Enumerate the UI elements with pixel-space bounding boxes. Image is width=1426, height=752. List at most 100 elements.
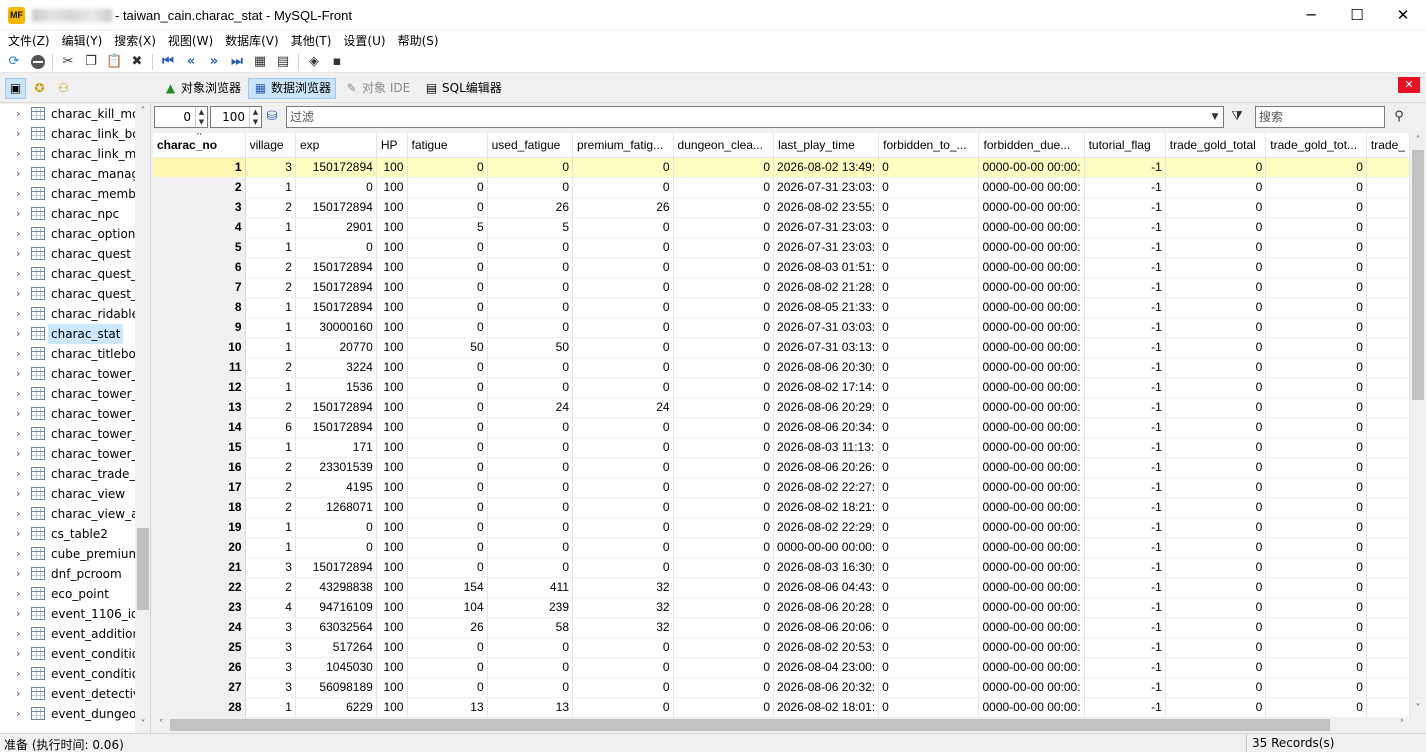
table-cell[interactable]: 0 [487,377,574,398]
database-tree-icon[interactable]: ▣ [5,78,26,99]
maximize-button[interactable]: ☐ [1334,0,1380,31]
table-cell[interactable]: 0 [673,197,775,218]
table-cell[interactable] [1366,457,1410,478]
table-cell[interactable]: 0 [1265,677,1367,698]
tab-data-browser[interactable]: ▦ 数据浏览器 [248,78,337,99]
table-cell[interactable]: 150172894 [295,197,377,218]
expand-arrow-icon[interactable]: › [16,688,26,700]
table-cell[interactable] [1366,517,1410,538]
expand-arrow-icon[interactable]: › [16,508,26,520]
stop-icon[interactable] [30,54,46,70]
table-cell[interactable]: 3 [245,617,296,638]
table-row[interactable]: 27 3 56098189 100 0 0 0 0 2026-08-06 20:32: 0 0000… [153,677,1410,698]
table-cell[interactable]: 0 [1265,177,1367,198]
table-cell[interactable]: 2026-08-06 20:32: [773,677,880,698]
table-cell[interactable]: 2 [245,477,296,498]
table-cell[interactable]: 23 [153,597,246,618]
previous-record-icon[interactable]: « [183,54,199,70]
table-cell[interactable]: 100 [376,317,408,338]
table-cell[interactable]: 0 [572,457,674,478]
table-cell[interactable]: 0 [407,297,488,318]
table-cell[interactable]: -1 [1084,537,1166,558]
table-cell[interactable]: 0 [572,417,674,438]
table-cell[interactable]: 0000-00-00 00:00: [978,557,1085,578]
table-cell[interactable]: 0000-00-00 00:00: [978,597,1085,618]
table-cell[interactable]: 0 [1165,677,1267,698]
table-cell[interactable]: 150172894 [295,557,377,578]
table-cell[interactable]: 22 [153,577,246,598]
table-cell[interactable]: 0 [878,517,980,538]
table-cell[interactable]: 0 [878,217,980,238]
table-cell[interactable]: 0000-00-00 00:00: [978,317,1085,338]
table-cell[interactable]: 0 [1265,337,1367,358]
table-cell[interactable]: 0 [878,237,980,258]
table-cell[interactable]: 0 [878,457,980,478]
table-cell[interactable]: 0 [572,357,674,378]
table-cell[interactable]: 2026-08-02 18:01: [773,697,880,717]
table-cell[interactable]: 7 [153,277,246,298]
table-row[interactable]: 25 3 517264 100 0 0 0 0 2026-08-02 20:53: 0 0000-0… [153,637,1410,658]
table-cell[interactable]: 0 [1165,297,1267,318]
expand-arrow-icon[interactable]: › [16,628,26,640]
table-cell[interactable]: 2026-07-31 03:13: [773,337,880,358]
table-cell[interactable]: 12 [153,377,246,398]
table-cell[interactable]: 0 [878,157,980,178]
table-cell[interactable] [1366,317,1410,338]
table-cell[interactable]: 0 [878,637,980,658]
tab-object-browser[interactable]: ▲ 对象浏览器 [158,78,246,99]
expand-arrow-icon[interactable]: › [16,248,26,260]
tree-item[interactable]: › charac_tower_r [0,424,135,444]
table-cell[interactable]: -1 [1084,417,1166,438]
expand-arrow-icon[interactable]: › [16,228,26,240]
table-cell[interactable]: 0 [1165,237,1267,258]
tree-item[interactable]: › charac_trade_l [0,464,135,484]
table-cell[interactable]: 150172894 [295,257,377,278]
tree-item[interactable]: › charac_link_bo [0,124,135,144]
table-cell[interactable] [1366,657,1410,678]
table-cell[interactable]: 100 [376,437,408,458]
table-cell[interactable]: 0 [1265,497,1367,518]
table-cell[interactable]: 15 [153,437,246,458]
table-cell[interactable]: 0 [1265,377,1367,398]
table-cell[interactable]: 32 [572,617,674,638]
table-cell[interactable]: 1 [245,177,296,198]
table-cell[interactable]: 0 [407,157,488,178]
menu-search[interactable]: 搜索(X) [108,31,162,51]
table-row[interactable]: 26 3 1045030 100 0 0 0 0 2026-08-04 23:00: 0 0000-… [153,657,1410,678]
table-cell[interactable]: 11 [153,357,246,378]
table-cell[interactable]: 0000-00-00 00:00: [978,337,1085,358]
table-cell[interactable]: 0 [407,237,488,258]
table-cell[interactable]: 100 [376,577,408,598]
table-cell[interactable]: 0 [487,177,574,198]
table-cell[interactable]: 0 [878,477,980,498]
tree-item[interactable]: › charac_quest_r [0,264,135,284]
tree-item[interactable]: › charac_link_me [0,144,135,164]
table-cell[interactable]: 2 [245,497,296,518]
table-cell[interactable]: 0 [1265,477,1367,498]
table-cell[interactable]: -1 [1084,617,1166,638]
tree-scroll-down-icon[interactable]: ˅ [135,717,150,733]
table-cell[interactable]: 0 [407,417,488,438]
expand-arrow-icon[interactable]: › [16,528,26,540]
table-cell[interactable]: 18 [153,497,246,518]
table-cell[interactable]: 100 [376,457,408,478]
expand-arrow-icon[interactable]: › [16,708,26,720]
table-cell[interactable]: 100 [376,537,408,558]
table-cell[interactable]: 0 [1165,277,1267,298]
table-cell[interactable]: 0 [487,677,574,698]
table-cell[interactable] [1366,477,1410,498]
table-cell[interactable]: 20770 [295,337,377,358]
table-cell[interactable]: 0 [572,477,674,498]
table-cell[interactable]: 0 [1165,697,1267,717]
table-cell[interactable]: 100 [376,417,408,438]
cut-icon[interactable]: ✂ [60,54,76,70]
table-row[interactable]: 9 1 30000160 100 0 0 0 0 2026-07-31 03:03: 0 0000-… [153,317,1410,338]
column-header[interactable]: forbidden_to_... [878,133,980,158]
menu-database[interactable]: 数据库(V) [219,31,285,51]
table-cell[interactable] [1366,157,1410,178]
table-cell[interactable]: 100 [376,197,408,218]
table-cell[interactable]: 0 [572,317,674,338]
table-cell[interactable]: 17 [153,477,246,498]
copy-icon[interactable]: ❐ [83,54,99,70]
table-cell[interactable]: 0 [1165,377,1267,398]
